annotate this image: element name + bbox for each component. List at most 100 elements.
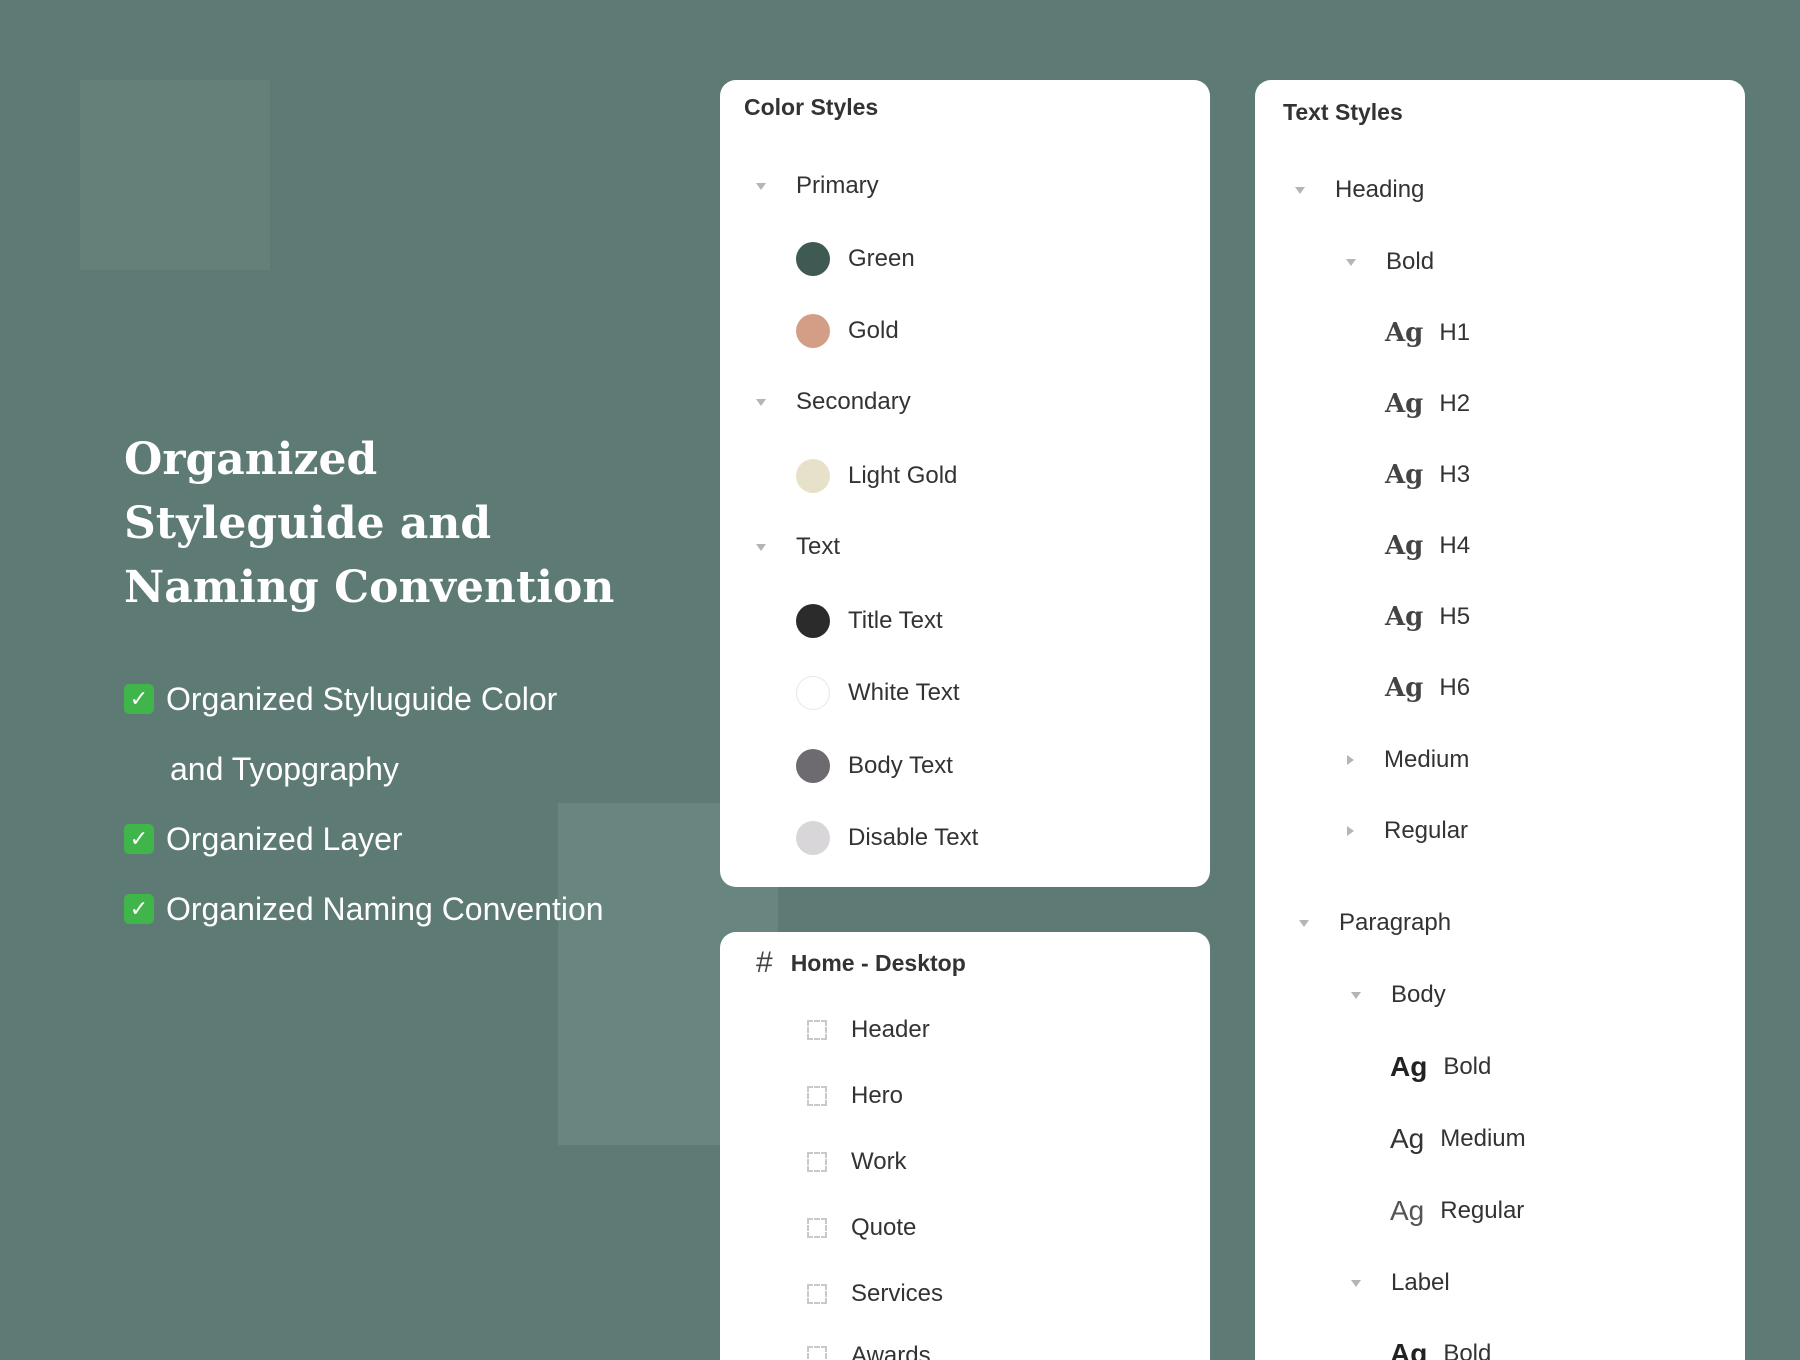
section-frame-icon	[807, 1218, 827, 1238]
color-style-label: Green	[848, 245, 915, 272]
caret-right-icon	[1347, 826, 1354, 836]
feature-text: Organized Layer	[166, 821, 403, 857]
hero-title: Organized Styleguide and Naming Conventi…	[124, 428, 644, 620]
color-style-item[interactable]: Body Text	[796, 749, 953, 783]
caret-down-icon	[1351, 991, 1361, 999]
type-sample: Ag	[1390, 1195, 1425, 1226]
hero-title-line: Naming Convention	[124, 562, 615, 613]
layer-item[interactable]: Services	[807, 1280, 943, 1308]
text-style-item[interactable]: Ag Regular	[1390, 1195, 1524, 1227]
text-group-label: Bold	[1386, 248, 1435, 275]
feature-text: Organized Naming Convention	[166, 891, 604, 927]
layer-item[interactable]: Hero	[807, 1082, 903, 1110]
color-style-item[interactable]: Title Text	[796, 604, 943, 638]
type-sample: Ag	[1385, 531, 1424, 561]
type-sample: Ag	[1385, 602, 1424, 632]
text-style-item[interactable]: Ag H5	[1385, 602, 1470, 632]
caret-down-icon	[756, 398, 766, 406]
style-group-text[interactable]: Text	[756, 533, 840, 561]
caret-down-icon	[1346, 258, 1356, 266]
section-frame-icon	[807, 1346, 827, 1360]
color-styles-panel: Color Styles Primary Green Gold Secondar…	[720, 80, 1210, 887]
color-swatch	[796, 821, 830, 855]
feature-item: ✓ Organized Styluguide Color and Tyopgra…	[124, 664, 684, 804]
text-group-medium[interactable]: Medium	[1347, 746, 1469, 774]
text-style-item[interactable]: Ag H6	[1385, 673, 1470, 703]
text-group-label[interactable]: Label	[1351, 1269, 1450, 1297]
layers-panel: # Home - Desktop Header Hero Work Quote …	[720, 932, 1210, 1360]
text-style-item[interactable]: Ag H2	[1385, 389, 1470, 419]
text-style-item[interactable]: Ag H3	[1385, 460, 1470, 490]
text-group-heading[interactable]: Heading	[1295, 176, 1424, 204]
color-style-item[interactable]: Gold	[796, 314, 899, 348]
type-sample: Ag	[1390, 1123, 1425, 1154]
text-style-label: H6	[1439, 674, 1471, 701]
frame-label: Home - Desktop	[790, 949, 966, 976]
feature-item: ✓ Organized Layer	[124, 804, 684, 874]
layer-item[interactable]: Quote	[807, 1214, 916, 1242]
color-style-label: Title Text	[848, 607, 943, 634]
feature-list: ✓ Organized Styluguide Color and Tyopgra…	[124, 664, 684, 944]
section-frame-icon	[807, 1284, 827, 1304]
color-style-item[interactable]: Disable Text	[796, 821, 978, 855]
section-frame-icon	[807, 1152, 827, 1172]
text-style-item[interactable]: Ag Medium	[1390, 1123, 1526, 1155]
feature-item: ✓ Organized Naming Convention	[124, 874, 684, 944]
layer-item[interactable]: Work	[807, 1148, 907, 1176]
panel-title: Color Styles	[744, 94, 879, 120]
style-group-secondary[interactable]: Secondary	[756, 388, 911, 416]
layer-item[interactable]: Header	[807, 1016, 930, 1044]
layer-item[interactable]: Awards	[807, 1342, 931, 1360]
hero-title-line: Styleguide and	[124, 498, 492, 549]
color-style-label: White Text	[848, 679, 960, 706]
section-frame-icon	[807, 1020, 827, 1040]
layer-label: Awards	[851, 1342, 931, 1360]
text-style-label: H1	[1439, 319, 1471, 346]
color-style-label: Body Text	[848, 752, 953, 779]
text-group-paragraph[interactable]: Paragraph	[1299, 909, 1451, 937]
text-style-item[interactable]: Ag H4	[1385, 531, 1470, 561]
caret-right-icon	[1347, 755, 1354, 765]
type-sample: Ag	[1385, 318, 1424, 348]
type-sample: Ag	[1385, 673, 1424, 703]
layer-label: Quote	[851, 1214, 917, 1241]
type-sample: Ag	[1390, 1338, 1428, 1360]
color-swatch	[796, 676, 830, 710]
caret-down-icon	[756, 543, 766, 551]
text-style-label: Bold	[1443, 1340, 1492, 1360]
decorative-square	[80, 80, 270, 270]
text-group-label: Body	[1391, 981, 1446, 1008]
color-style-item[interactable]: Light Gold	[796, 459, 957, 493]
color-style-item[interactable]: Green	[796, 242, 915, 276]
text-group-label: Regular	[1384, 817, 1469, 844]
checkmark-icon: ✓	[124, 684, 154, 714]
type-sample: Ag	[1385, 389, 1424, 419]
feature-text: and Tyopgraphy	[170, 751, 399, 787]
panel-title: Text Styles	[1283, 99, 1403, 125]
type-sample: Ag	[1385, 460, 1424, 490]
style-group-primary[interactable]: Primary	[756, 172, 879, 200]
hero-title-line: Organized	[124, 434, 378, 485]
text-style-item[interactable]: Ag Bold	[1390, 1338, 1491, 1360]
caret-down-icon	[1295, 186, 1305, 194]
layer-label: Header	[851, 1016, 930, 1043]
frame-layer[interactable]: # Home - Desktop	[756, 948, 966, 978]
text-styles-panel: Text Styles Heading Bold Ag H1 Ag H2 Ag …	[1255, 80, 1745, 1360]
layer-label: Services	[851, 1280, 944, 1307]
caret-down-icon	[1351, 1279, 1361, 1287]
section-frame-icon	[807, 1086, 827, 1106]
style-group-label: Primary	[796, 172, 879, 199]
color-swatch	[796, 242, 830, 276]
text-group-label: Paragraph	[1339, 909, 1452, 936]
text-group-label: Label	[1391, 1269, 1450, 1296]
text-group-body[interactable]: Body	[1351, 981, 1446, 1009]
color-style-item[interactable]: White Text	[796, 676, 960, 710]
feature-text: Organized Styluguide Color	[166, 681, 558, 717]
color-swatch	[796, 459, 830, 493]
text-style-item[interactable]: Ag H1	[1385, 318, 1470, 348]
text-group-regular[interactable]: Regular	[1347, 817, 1468, 845]
color-style-label: Light Gold	[848, 462, 958, 489]
style-group-label: Text	[796, 533, 841, 560]
text-style-item[interactable]: Ag Bold	[1390, 1051, 1491, 1083]
text-group-bold[interactable]: Bold	[1346, 248, 1434, 276]
